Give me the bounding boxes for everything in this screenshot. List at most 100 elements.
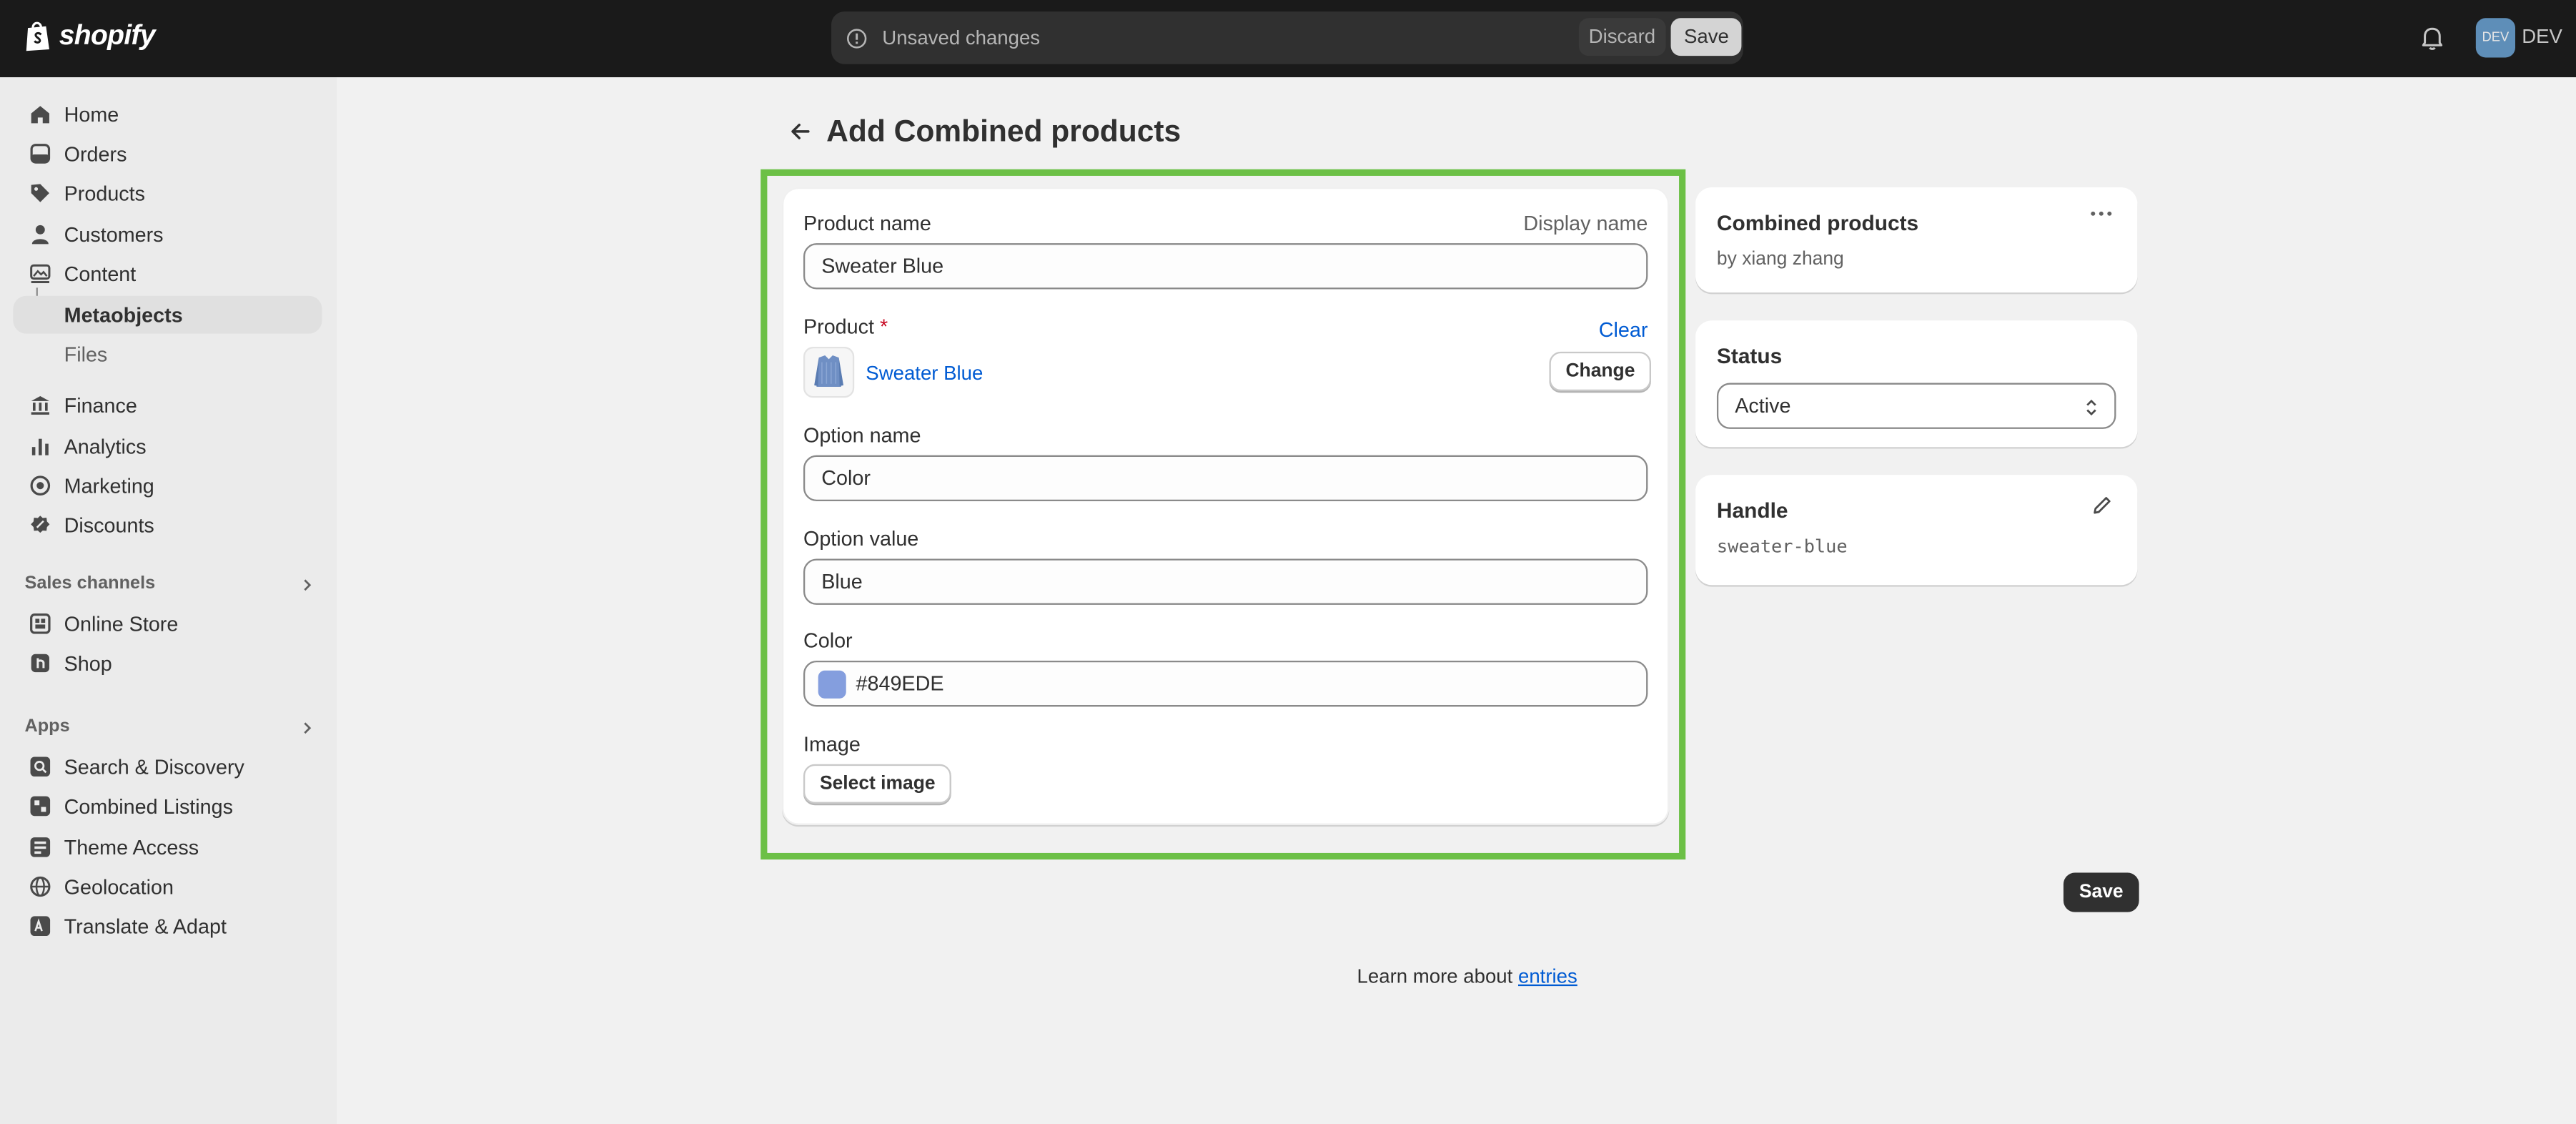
shopify-logo[interactable]: shopify: [23, 19, 156, 53]
app-icon: [30, 796, 51, 817]
sidebar-item-content[interactable]: Content: [13, 255, 322, 292]
avatar[interactable]: DEV: [2475, 18, 2516, 58]
top-bar: shopify Unsaved changes Discard Save DEV…: [0, 0, 2576, 78]
sales-channels-heading: Sales channels: [24, 573, 156, 593]
color-swatch[interactable]: [818, 669, 846, 698]
image-label: Image: [803, 733, 861, 756]
sidebar-item-label: Discounts: [64, 513, 154, 537]
target-icon: [30, 475, 51, 496]
option-value-input[interactable]: Blue: [803, 558, 1648, 605]
back-arrow-icon[interactable]: [788, 120, 811, 143]
sidebar-item-label: Products: [64, 181, 146, 205]
sidebar-item-orders[interactable]: Orders: [13, 134, 322, 172]
chevron-right-icon[interactable]: [301, 578, 314, 591]
status-title: Status: [1716, 343, 1783, 368]
unsaved-changes-bar: Unsaved changes Discard Save: [831, 11, 1743, 64]
handle-card: Handle sweater-blue: [1695, 475, 2138, 586]
sidebar-item-label: Home: [64, 102, 119, 126]
clear-link[interactable]: Clear: [1599, 319, 1648, 342]
search-app-icon: [30, 756, 51, 777]
sidebar-item-files[interactable]: Files: [13, 335, 322, 373]
sidebar-item-finance[interactable]: Finance: [13, 386, 322, 424]
page-title: Add Combined products: [826, 113, 1182, 148]
sidebar-item-combined-listings[interactable]: Combined Listings: [13, 787, 322, 825]
sidebar-item-label: Metaobjects: [64, 303, 183, 327]
product-name-input[interactable]: Sweater Blue: [803, 243, 1648, 290]
bar-chart-icon: [31, 438, 49, 455]
sidebar-item-label: Geolocation: [64, 874, 174, 899]
option-name-value: Color: [821, 466, 871, 490]
learn-more-prefix: Learn more about: [1357, 965, 1513, 988]
product-link[interactable]: Sweater Blue: [866, 362, 983, 385]
store-icon: [30, 613, 51, 634]
sidebar-item-products[interactable]: Products: [13, 174, 322, 212]
store-name[interactable]: DEV: [2522, 24, 2562, 47]
option-name-input[interactable]: Color: [803, 455, 1648, 502]
color-value: #849EDE: [856, 672, 944, 696]
sidebar-item-theme-access[interactable]: Theme Access: [13, 828, 322, 866]
bell-icon[interactable]: [2420, 24, 2444, 51]
definition-title[interactable]: Combined products: [1717, 210, 1918, 235]
sidebar-item-customers[interactable]: Customers: [13, 215, 322, 253]
content-icon: [30, 264, 51, 284]
app-icon: [30, 916, 51, 936]
product-name-label: Product name: [803, 212, 931, 235]
sidebar-item-label: Search & Discovery: [64, 755, 244, 779]
sidebar-item-shop[interactable]: Shop: [13, 644, 322, 682]
sidebar-item-home[interactable]: Home: [13, 95, 322, 133]
product-label: Product *: [803, 315, 888, 338]
discount-icon: [31, 516, 50, 533]
chevron-right-icon[interactable]: [301, 721, 314, 734]
display-name-label: Display name: [1523, 212, 1648, 235]
definition-author: by xiang zhang: [1716, 250, 1844, 270]
sidebar-item-marketing[interactable]: Marketing: [13, 467, 322, 505]
definition-card: Combined products by xiang zhang: [1695, 187, 2138, 293]
handle-value: sweater-blue: [1716, 536, 1848, 558]
sidebar-item-label: Content: [64, 262, 137, 285]
sidebar-item-online-store[interactable]: Online Store: [13, 605, 322, 643]
sidebar-item-geolocation[interactable]: Geolocation: [13, 868, 322, 906]
learn-more-text: Learn more about entries: [1357, 965, 1577, 987]
save-button[interactable]: Save: [2063, 872, 2139, 912]
sidebar-item-label: Theme Access: [64, 835, 199, 859]
sidebar-item-label: Orders: [64, 142, 127, 165]
unsaved-changes-label: Unsaved changes: [882, 26, 1041, 49]
sidebar-item-metaobjects[interactable]: Metaobjects: [13, 295, 322, 334]
sidebar-item-discounts[interactable]: Discounts: [13, 506, 322, 544]
globe-icon: [30, 876, 51, 897]
sidebar-item-label: Shop: [64, 651, 112, 675]
save-button-top[interactable]: Save: [1670, 18, 1743, 56]
status-card: Status Active: [1695, 320, 2138, 448]
entry-form-card: Product name Display name Sweater Blue P…: [782, 187, 1670, 825]
sidebar-item-label: Marketing: [64, 474, 154, 498]
sidebar-item-label: Combined Listings: [64, 794, 234, 818]
entries-link[interactable]: entries: [1518, 965, 1577, 987]
discard-button[interactable]: Discard: [1578, 18, 1665, 56]
status-select[interactable]: Active: [1716, 383, 2116, 429]
more-actions-icon[interactable]: [2090, 210, 2113, 217]
sidebar-item-label: Finance: [64, 393, 137, 417]
shop-icon: [31, 654, 49, 673]
bank-icon: [31, 395, 49, 415]
sweater-image-icon: [814, 355, 844, 388]
select-image-button[interactable]: Select image: [803, 764, 952, 804]
color-input[interactable]: #849EDE: [803, 660, 1648, 707]
status-value: Active: [1735, 394, 1791, 418]
sidebar-item-search-discovery[interactable]: Search & Discovery: [13, 748, 322, 786]
apps-heading: Apps: [24, 716, 70, 736]
sidebar-item-translate-adapt[interactable]: Translate & Adapt: [13, 907, 322, 945]
brand-name: shopify: [59, 19, 156, 51]
sidebar: Home Orders Products Customers Content M…: [0, 77, 337, 1124]
orders-icon: [30, 144, 51, 164]
pencil-icon[interactable]: [2091, 495, 2113, 516]
app-icon: [30, 837, 51, 857]
select-chevron-icon: [2086, 399, 2096, 416]
sidebar-item-label: Customers: [64, 222, 164, 246]
sidebar-item-label: Files: [64, 342, 108, 366]
option-value-value: Blue: [821, 570, 863, 593]
required-mark: *: [880, 315, 888, 339]
sidebar-item-label: Analytics: [64, 434, 147, 458]
change-product-button[interactable]: Change: [1549, 351, 1652, 392]
shopify-bag-icon: [26, 21, 49, 51]
sidebar-item-analytics[interactable]: Analytics: [13, 428, 322, 465]
